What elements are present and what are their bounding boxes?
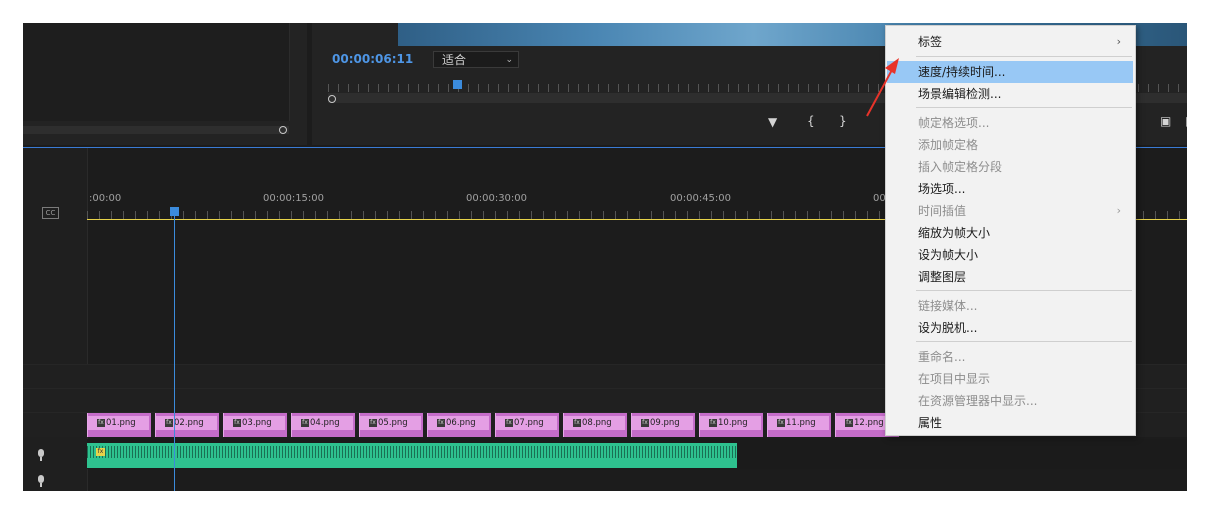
- menu-separator: [916, 341, 1132, 342]
- menu-item-set-to-frame-size[interactable]: 设为帧大小: [887, 244, 1133, 266]
- timeline-playhead-handle[interactable]: [170, 207, 179, 216]
- fx-icon: fx: [96, 448, 105, 456]
- menu-item-reveal-in-explorer[interactable]: 在资源管理器中显示...: [887, 390, 1133, 412]
- zoom-select-value: 适合: [442, 53, 467, 67]
- menu-separator: [916, 290, 1132, 291]
- fx-icon: fx: [641, 419, 649, 427]
- fx-icon: fx: [505, 419, 513, 427]
- video-clip[interactable]: 02.png fx: [155, 413, 219, 437]
- ruler-label: 00:00:30:00: [466, 193, 528, 204]
- video-clip[interactable]: 05.png fx: [359, 413, 423, 437]
- video-clip[interactable]: 11.png fx: [767, 413, 831, 437]
- video-clip[interactable]: 03.png fx: [223, 413, 287, 437]
- fx-icon: fx: [97, 419, 105, 427]
- video-clip[interactable]: 01.png fx: [87, 413, 151, 437]
- mark-out-icon[interactable]: }: [839, 114, 847, 128]
- chevron-right-icon: ›: [1116, 204, 1121, 217]
- fx-icon: fx: [709, 419, 717, 427]
- menu-item-adjustment-layer[interactable]: 调整图层: [887, 266, 1133, 288]
- timeline-playhead-line: [174, 216, 175, 491]
- menu-item-field-options[interactable]: 场选项...: [887, 178, 1133, 200]
- menu-separator: [916, 56, 1132, 57]
- mark-in-icon[interactable]: {: [807, 114, 815, 128]
- track-headers: CC: [23, 148, 88, 491]
- menu-item-add-frame-hold[interactable]: 添加帧定格: [887, 134, 1133, 156]
- menu-item-rename[interactable]: 重命名...: [887, 346, 1133, 368]
- comparison-view-icon[interactable]: ◫: [1185, 114, 1187, 128]
- fx-icon: fx: [301, 419, 309, 427]
- video-clip[interactable]: 04.png fx: [291, 413, 355, 437]
- microphone-icon[interactable]: [37, 475, 45, 487]
- menu-item-time-interpolation[interactable]: 时间插值 ›: [887, 200, 1133, 222]
- ruler-label: 00: [873, 193, 886, 204]
- video-clip[interactable]: 10.png fx: [699, 413, 763, 437]
- chevron-down-icon: ⌄: [505, 55, 513, 65]
- video-clip[interactable]: 07.png fx: [495, 413, 559, 437]
- ruler-label: 00:00:45:00: [670, 193, 732, 204]
- menu-item-frame-hold-options[interactable]: 帧定格选项...: [887, 112, 1133, 134]
- menu-item-insert-frame-hold-segment[interactable]: 插入帧定格分段: [887, 156, 1133, 178]
- menu-separator: [916, 107, 1132, 108]
- menu-item-make-offline[interactable]: 设为脱机...: [887, 317, 1133, 339]
- menu-item-link-media[interactable]: 链接媒体...: [887, 295, 1133, 317]
- fx-icon: fx: [369, 419, 377, 427]
- fx-icon: fx: [233, 419, 241, 427]
- menu-item-label[interactable]: 标签 ›: [887, 31, 1133, 53]
- menu-item-reveal-in-project[interactable]: 在项目中显示: [887, 368, 1133, 390]
- zoom-select[interactable]: 适合 ⌄: [433, 51, 519, 68]
- ruler-label: 00:00:15:00: [263, 193, 325, 204]
- fx-icon: fx: [437, 419, 445, 427]
- menu-item-properties[interactable]: 属性: [887, 412, 1133, 434]
- program-zoom-knob[interactable]: [328, 95, 336, 103]
- fx-icon: fx: [165, 419, 173, 427]
- video-clip[interactable]: 06.png fx: [427, 413, 491, 437]
- annotation-arrow-icon: [866, 58, 899, 117]
- fx-icon: fx: [845, 419, 853, 427]
- premiere-window: 00:00:06:11 适合 ⌄ ▼ { } ▣ ◫ CC :00:00 00:…: [23, 23, 1187, 491]
- video-clips: 01.png fx 02.png fx 03.png fx 04.png fx 05.p…: [87, 413, 967, 437]
- source-scrollbar[interactable]: [23, 126, 289, 134]
- fx-icon: fx: [573, 419, 581, 427]
- source-viewer: [23, 23, 290, 121]
- menu-item-speed-duration[interactable]: 速度/持续时间...: [887, 61, 1133, 83]
- menu-item-scene-edit-detection[interactable]: 场景编辑检测...: [887, 83, 1133, 105]
- video-clip[interactable]: 08.png fx: [563, 413, 627, 437]
- source-scroll-knob[interactable]: [279, 126, 287, 134]
- fx-icon: fx: [777, 419, 785, 427]
- ruler-label: :00:00: [89, 193, 122, 204]
- chevron-right-icon: ›: [1116, 35, 1121, 48]
- export-frame-icon[interactable]: ▣: [1160, 114, 1171, 128]
- audio-waveform: [87, 446, 737, 458]
- source-panel: [23, 23, 307, 145]
- microphone-icon[interactable]: [37, 449, 45, 461]
- program-playhead[interactable]: [453, 80, 462, 89]
- context-menu: 标签 › 速度/持续时间... 场景编辑检测... 帧定格选项... 添加帧定格 …: [885, 25, 1136, 436]
- add-marker-icon[interactable]: ▼: [768, 115, 777, 129]
- menu-item-scale-to-frame-size[interactable]: 缩放为帧大小: [887, 222, 1133, 244]
- captions-icon[interactable]: CC: [42, 207, 59, 219]
- program-timecode[interactable]: 00:00:06:11: [332, 52, 413, 66]
- video-clip[interactable]: 09.png fx: [631, 413, 695, 437]
- audio-clip[interactable]: fx: [87, 443, 737, 468]
